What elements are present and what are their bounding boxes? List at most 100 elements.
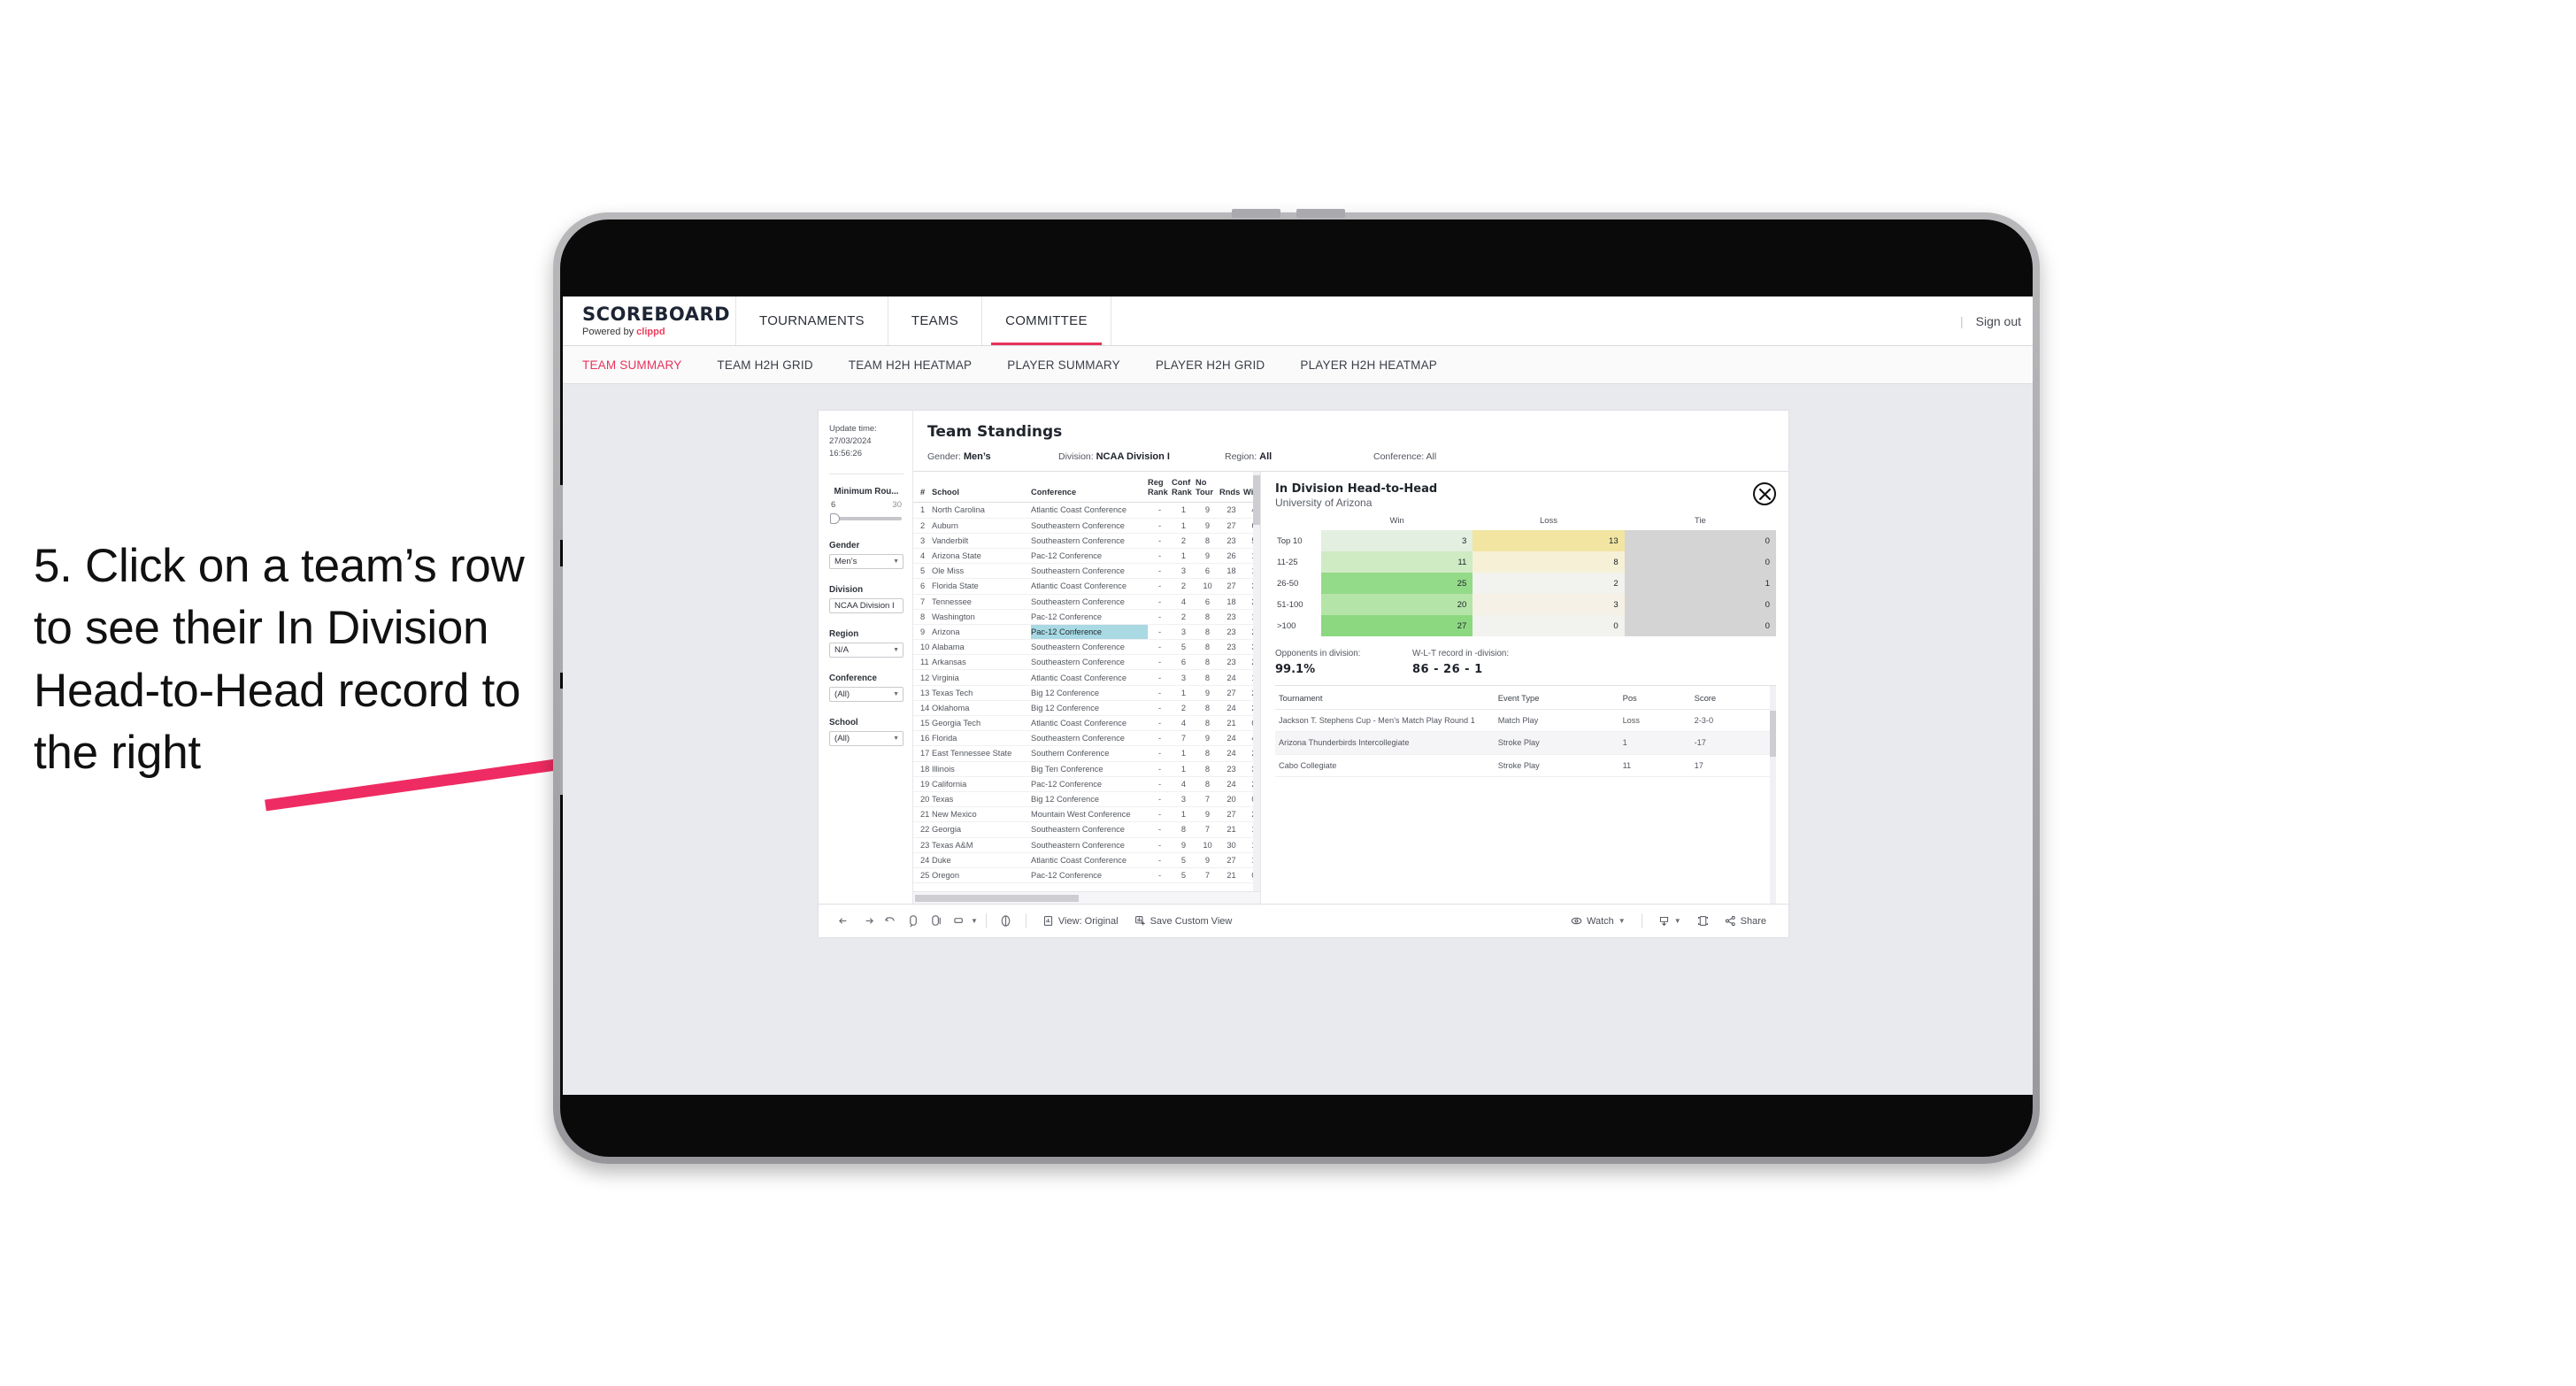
th-reg-rank[interactable]: Reg Rank xyxy=(1148,472,1172,504)
table-row[interactable]: 11ArkansasSoutheastern Conference-68232 xyxy=(913,654,1253,671)
cell-no-tour: 8 xyxy=(1196,654,1219,671)
brand-logo[interactable]: SCOREBOARD Powered by clippd xyxy=(563,296,736,345)
h2h-cell-win[interactable]: 25 xyxy=(1321,573,1473,594)
table-row[interactable]: 21 New Mexico Mountain West Conference -1 9 2… xyxy=(913,806,1253,823)
h2h-cell-tie[interactable]: 0 xyxy=(1624,551,1776,573)
scrollbar-thumb[interactable] xyxy=(1770,711,1776,757)
redo-icon[interactable] xyxy=(856,912,879,931)
table-row[interactable]: 5Ole MissSoutheastern Conference-36181 xyxy=(913,563,1253,580)
pause-icon[interactable] xyxy=(925,912,948,931)
table-row[interactable]: 10AlabamaSoutheastern Conference-58233 xyxy=(913,639,1253,656)
table-row[interactable]: 23 Texas A&M Southeastern Conference -9 10 30… xyxy=(913,837,1253,853)
table-row[interactable]: 12 Virginia Atlantic Coast Conference -3 8 24… xyxy=(913,669,1253,686)
th-conf-rank[interactable]: Conf Rank xyxy=(1172,472,1196,504)
region-select[interactable]: N/A ▼ xyxy=(829,643,904,658)
nav-item-teams[interactable]: TEAMS xyxy=(888,296,983,345)
tournament-row[interactable]: Jackson T. Stephens Cup - Men’s Match Pl… xyxy=(1275,709,1770,733)
table-row[interactable]: 19CaliforniaPac-12 Conference-48242 xyxy=(913,776,1253,792)
h2h-cell-win[interactable]: 11 xyxy=(1321,551,1473,573)
table-row[interactable]: 4Arizona StatePac-12 Conference-19261 xyxy=(913,548,1253,565)
undo-icon[interactable] xyxy=(833,912,856,931)
table-row[interactable]: 24DukeAtlantic Coast Conference-59271 xyxy=(913,852,1253,868)
cell-school: New Mexico xyxy=(932,806,1031,823)
table-row[interactable]: 15 Georgia Tech Atlantic Coast Conference -… xyxy=(913,715,1253,732)
table-row[interactable]: 3VanderbiltSoutheastern Conference-28235 xyxy=(913,533,1253,549)
close-icon[interactable] xyxy=(1753,482,1776,505)
h2h-cell-loss[interactable]: 2 xyxy=(1473,573,1625,594)
th-rnds[interactable]: Rnds xyxy=(1219,472,1243,504)
table-row[interactable]: 1 North Carolina Atlantic Coast Conference… xyxy=(913,502,1253,519)
device-preview-button[interactable] xyxy=(1689,915,1717,927)
presentation-mode-icon[interactable] xyxy=(995,912,1018,931)
tournament-scrollbar[interactable] xyxy=(1770,686,1776,904)
brand-powered-prefix: Powered by xyxy=(582,326,634,337)
h2h-cell-tie[interactable]: 0 xyxy=(1624,530,1776,551)
th-no-tour[interactable]: No Tour xyxy=(1196,472,1219,504)
tournament-row[interactable]: Arizona Thunderbirds Intercollegiate Stro… xyxy=(1275,731,1770,755)
tab-team-h2h-heatmap[interactable]: TEAM H2H HEATMAP xyxy=(831,358,989,372)
th-rank[interactable]: # xyxy=(913,472,932,504)
standings-horizontal-scrollbar[interactable] xyxy=(913,891,1260,904)
cell-conference: Mountain West Conference xyxy=(1031,806,1148,823)
th-tournament[interactable]: Tournament xyxy=(1275,686,1498,710)
view-original-button[interactable]: View: Original xyxy=(1034,915,1127,927)
table-row[interactable]: 8WashingtonPac-12 Conference-28231 xyxy=(913,609,1253,625)
th-event-type[interactable]: Event Type xyxy=(1497,686,1623,710)
chevron-down-icon[interactable]: ▼ xyxy=(971,917,978,925)
watch-button[interactable]: Watch ▼ xyxy=(1563,915,1634,927)
gender-select[interactable]: Men’s ▼ xyxy=(829,554,904,570)
division-select[interactable]: NCAA Division I xyxy=(829,598,904,614)
sign-out-button[interactable]: | Sign out xyxy=(1960,296,2033,345)
h2h-cell-tie[interactable]: 1 xyxy=(1624,573,1776,594)
table-row[interactable]: 17 East Tennessee State Southern Conferenc… xyxy=(913,745,1253,762)
scrollbar-thumb[interactable] xyxy=(1253,475,1260,525)
h2h-cell-loss[interactable]: 8 xyxy=(1473,551,1625,573)
tab-player-h2h-heatmap[interactable]: PLAYER H2H HEATMAP xyxy=(1282,358,1455,372)
standings-vertical-scrollbar[interactable] xyxy=(1253,472,1260,891)
tab-player-h2h-grid[interactable]: PLAYER H2H GRID xyxy=(1138,358,1283,372)
table-row[interactable]: 6 Florida State Atlantic Coast Conference -… xyxy=(913,578,1253,595)
h2h-cell-tie[interactable]: 0 xyxy=(1624,594,1776,615)
nav-item-tournaments[interactable]: TOURNAMENTS xyxy=(736,296,888,345)
download-button[interactable]: ▼ xyxy=(1650,915,1689,927)
tournament-row[interactable]: Cabo Collegiate Stroke Play 11 17 xyxy=(1275,754,1770,778)
cell-rnds: 26 xyxy=(1219,548,1243,565)
h2h-cell-loss[interactable]: 3 xyxy=(1473,594,1625,615)
nav-item-committee[interactable]: COMMITTEE xyxy=(982,296,1111,345)
table-row[interactable]: 25OregonPac-12 Conference-57210 xyxy=(913,867,1253,884)
h2h-cell-win[interactable]: 3 xyxy=(1321,530,1473,551)
h2h-cell-win[interactable]: 20 xyxy=(1321,594,1473,615)
refresh-icon[interactable] xyxy=(902,912,925,931)
table-row[interactable]: 9ArizonaPac-12 Conference-38232 xyxy=(913,624,1253,641)
th-wins[interactable]: Wins xyxy=(1243,472,1253,504)
th-score[interactable]: Score xyxy=(1694,686,1770,710)
table-row[interactable]: 13Texas TechBig 12 Conference-19272 xyxy=(913,685,1253,701)
table-row[interactable]: 20TexasBig 12 Conference-37200 xyxy=(913,791,1253,808)
th-pos[interactable]: Pos xyxy=(1622,686,1695,710)
table-row[interactable]: 14OklahomaBig 12 Conference-28242 xyxy=(913,700,1253,717)
conference-select[interactable]: (All) ▼ xyxy=(829,687,904,703)
school-select[interactable]: (All) ▼ xyxy=(829,731,904,747)
highlight-icon[interactable] xyxy=(948,912,971,931)
revert-icon[interactable] xyxy=(879,912,902,931)
brand-clippd: clippd xyxy=(636,326,665,337)
minimum-rounds-slider[interactable] xyxy=(829,512,904,525)
h2h-cell-loss[interactable]: 0 xyxy=(1473,615,1625,636)
tab-team-summary[interactable]: TEAM SUMMARY xyxy=(582,358,699,372)
table-row[interactable]: 22GeorgiaSoutheastern Conference-87211 xyxy=(913,821,1253,838)
table-row[interactable]: 2AuburnSoutheastern Conference-19276 xyxy=(913,518,1253,534)
th-conference[interactable]: Conference xyxy=(1031,472,1148,504)
h2h-cell-loss[interactable]: 13 xyxy=(1473,530,1625,551)
th-school[interactable]: School xyxy=(932,472,1031,504)
table-row[interactable]: 16FloridaSoutheastern Conference-79244 xyxy=(913,730,1253,747)
scrollbar-thumb[interactable] xyxy=(915,895,1079,902)
save-custom-view-button[interactable]: Save Custom View xyxy=(1127,915,1241,927)
table-row[interactable]: 18IllinoisBig Ten Conference-18233 xyxy=(913,761,1253,777)
h2h-cell-win[interactable]: 27 xyxy=(1321,615,1473,636)
table-row[interactable]: 7TennesseeSoutheastern Conference-46182 xyxy=(913,594,1253,610)
share-button[interactable]: Share xyxy=(1717,915,1774,927)
h2h-cell-tie[interactable]: 0 xyxy=(1624,615,1776,636)
slider-handle[interactable] xyxy=(830,513,840,525)
tab-team-h2h-grid[interactable]: TEAM H2H GRID xyxy=(699,358,830,372)
tab-player-summary[interactable]: PLAYER SUMMARY xyxy=(989,358,1138,372)
